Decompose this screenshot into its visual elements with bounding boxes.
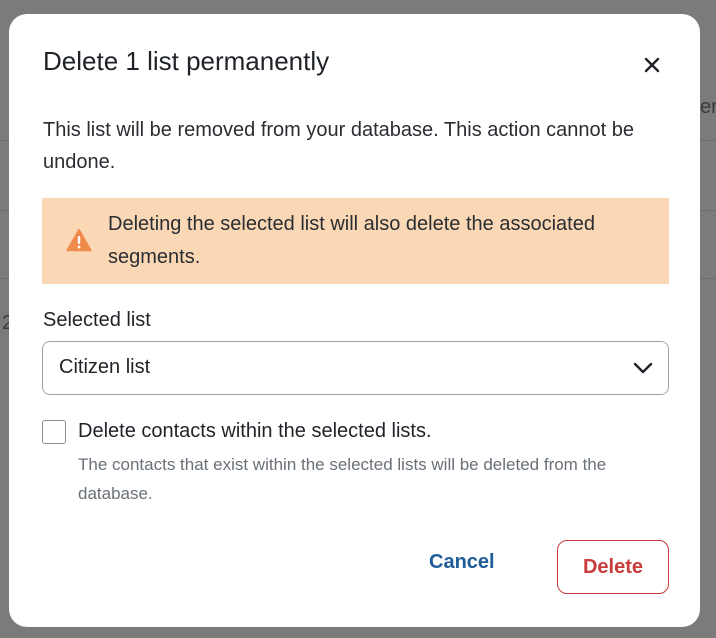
close-icon [644,57,660,73]
delete-contacts-checkbox[interactable] [42,420,66,444]
warning-banner: Deleting the selected list will also del… [42,198,669,284]
background-text-fragment: er [700,96,716,118]
chevron-down-icon [633,362,653,374]
warning-text: Deleting the selected list will also del… [108,213,595,268]
delete-contacts-help: The contacts that exist within the selec… [78,455,607,503]
delete-list-dialog: Delete 1 list permanently This list will… [9,14,700,627]
dialog-title: Delete 1 list permanently [43,46,330,76]
cancel-button[interactable]: Cancel [429,551,495,574]
close-button[interactable] [637,50,667,80]
selected-list-dropdown[interactable]: Citizen list [42,341,669,395]
delete-contacts-label[interactable]: Delete contacts within the selected list… [78,420,432,443]
warning-triangle-icon [66,228,92,252]
selected-list-label: Selected list [43,309,151,331]
delete-button[interactable]: Delete [557,540,669,594]
dialog-description: This list will be removed from your data… [43,119,635,173]
selected-list-value: Citizen list [59,356,151,378]
